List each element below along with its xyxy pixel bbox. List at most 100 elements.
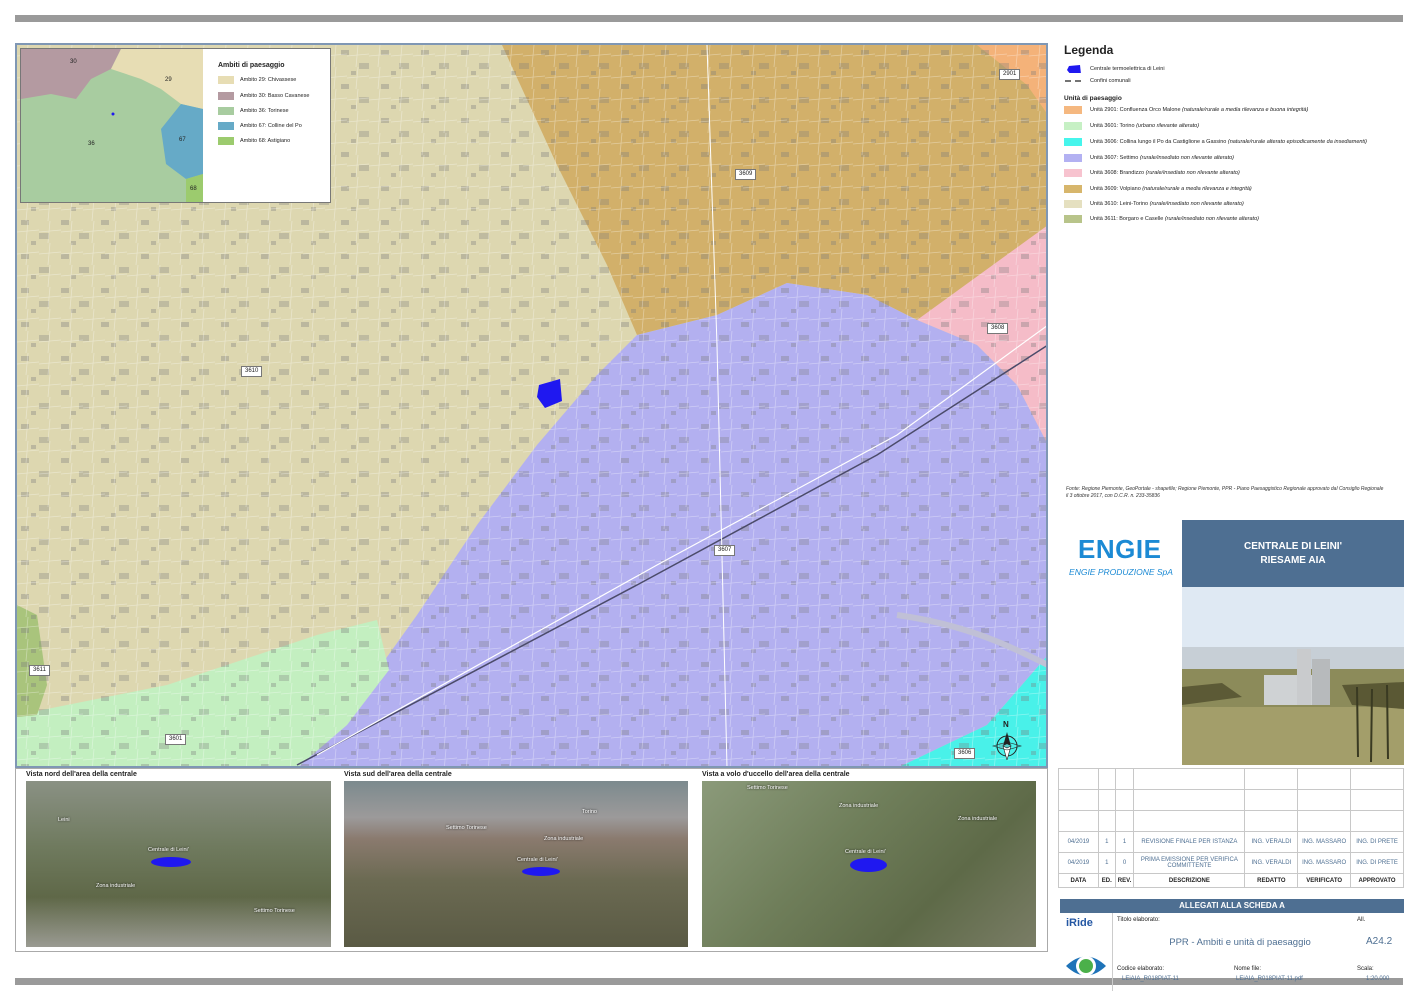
unit-label-3607: 3607 [714, 545, 736, 556]
inset-legend-label: Ambito 36: Torinese [240, 108, 289, 114]
legend-unit-row: Unità 3611: Borgaro e Caselle (rurale/in… [1064, 213, 1259, 224]
rev-descrizione: PRIMA EMISSIONE PER VERIFICA COMMITTENTE [1133, 852, 1246, 874]
inset-legend-row: Ambito 30: Basso Cavanese [218, 91, 309, 101]
north-arrow-icon: N [991, 720, 1023, 762]
project-title-box: CENTRALE DI LEINI' RIESAME AIA [1182, 520, 1404, 587]
allegato-number: A24.2 [1366, 936, 1393, 947]
scala-value: 1:20.000 [1366, 976, 1390, 982]
rev-redatto: ING. VERALDI [1244, 852, 1299, 874]
unit-label-3611: 3611 [29, 665, 50, 676]
rev-approvato: ING. DI PRETE [1350, 831, 1404, 853]
inset-legend-row: Ambito 29: Chivassese [218, 75, 296, 85]
file-label: Nome file: [1234, 966, 1262, 972]
legend-unit-note: (rurale/insediato non rilevante alterato… [1139, 154, 1235, 161]
rev-rev: 1 [1114, 831, 1135, 853]
top-border-bar [15, 15, 1403, 22]
unit-3601-swatch [1064, 121, 1082, 130]
view-label: Torino [582, 809, 597, 815]
plant-location-marker [850, 858, 887, 872]
legend-unit-note: (naturale/rurale a media rilevanza e int… [1142, 185, 1252, 192]
allegati-header: ALLEGATI ALLA SCHEDA A [1060, 899, 1404, 913]
inset-title: Ambiti di paesaggio [218, 62, 285, 69]
plant-location-marker [151, 857, 191, 867]
aerial-views-strip: Vista nord dell'area della centrale Vist… [15, 768, 1048, 952]
legend-unit-label: Unità 3601: Torino [1090, 122, 1135, 129]
rev-approvato: ING. DI PRETE [1350, 852, 1404, 874]
inset-number-30: 30 [70, 59, 77, 65]
table-row [1058, 789, 1404, 811]
table-row: 04/2019 1 0 PRIMA EMISSIONE PER VERIFICA… [1058, 852, 1404, 874]
inset-number-68: 68 [190, 186, 197, 192]
main-map[interactable]: 3610 3609 3607 3608 3601 3611 3606 2901 … [15, 43, 1048, 768]
legend-unit-row: Unità 3606: Collina lungo il Po da Casti… [1064, 136, 1367, 147]
col-header: DATA [1058, 873, 1099, 888]
codice-label: Codice elaborato: [1117, 966, 1165, 972]
inset-number-29: 29 [165, 77, 172, 83]
legend-unit-note: (naturale/rurale a media rilevanza e buo… [1182, 106, 1309, 113]
view-label: Zona industriale [544, 836, 584, 842]
unit-label-3610: 3610 [241, 366, 263, 377]
view-label: Centrale di Leini' [517, 857, 558, 863]
ambito-29-swatch [218, 76, 234, 84]
view-label: Zona industriale [958, 816, 998, 822]
view-label: Settimo Torinese [446, 825, 487, 831]
view-label: Settimo Torinese [747, 785, 788, 791]
legend-units-title: Unità di paesaggio [1064, 95, 1122, 102]
view-title-south: Vista sud dell'area della centrale [344, 771, 452, 778]
data-source-note: Fonte: Regione Piemonte, GeoPortale - sh… [1066, 486, 1384, 499]
aerial-view-image: Settimo Torinese Zona industriale Zona i… [702, 781, 1036, 947]
legend-unit-note: (naturale/rurale alterato episodicamente… [1227, 138, 1368, 145]
col-header: VERIFICATO [1297, 873, 1352, 888]
legend-unit-note: (rurale/insediato non rilevante alterato… [1164, 215, 1259, 222]
boundary-line-icon [1065, 79, 1081, 82]
company-name: ENGIE PRODUZIONE SpA [1069, 567, 1173, 577]
plant-location-marker [522, 867, 560, 876]
unit-3610-swatch [1064, 199, 1082, 208]
iride-logo: iRide [1066, 917, 1093, 929]
unit-3607-swatch [1064, 153, 1082, 162]
col-header: REV. [1114, 873, 1135, 888]
legend-unit-label: Unità 3606: Collina lungo il Po da Casti… [1090, 138, 1227, 145]
legend-unit-label: Unità 3611: Borgaro e Caselle [1090, 215, 1164, 222]
ambito-30-swatch [218, 92, 234, 100]
legend-unit-label: Unità 2901: Confluenza Orco Malone [1090, 106, 1181, 113]
codice-value: LEiAIA_R018PIAT-11 [1122, 976, 1179, 982]
unit-3609-swatch [1064, 184, 1082, 193]
legend-confini-row: Confini comunali [1064, 75, 1131, 86]
unit-label-3608: 3608 [987, 323, 1009, 334]
unit-label-2901: 2901 [999, 69, 1021, 80]
legend-unit-note: (rurale/insediato non rilevante alterato… [1145, 169, 1240, 176]
rev-verificato: ING. MASSARO [1297, 831, 1352, 853]
inset-legend-label: Ambito 68: Astigiano [240, 138, 291, 144]
bottom-border-bar [15, 978, 1403, 985]
view-label: Zona industriale [96, 883, 136, 889]
view-label: Leini [58, 817, 70, 823]
inset-legend-label: Ambito 67: Colline del Po [240, 123, 302, 129]
iride-logo-block: iRide [1060, 913, 1113, 991]
inset-legend-label: Ambito 30: Basso Cavanese [240, 93, 310, 99]
view-label: Centrale di Leini' [845, 849, 886, 855]
legend-unit-label: Unità 3609: Volpiano [1090, 185, 1141, 192]
legend-unit-note: (rurale/insediato non rilevante alterato… [1149, 200, 1244, 207]
legend-unit-row: Unità 3610: Leini-Torino (rurale/insedia… [1064, 198, 1244, 209]
ambito-36-swatch [218, 107, 234, 115]
view-label: Zona industriale [839, 803, 879, 809]
legend-unit-row: Unità 3607: Settimo (rurale/insediato no… [1064, 152, 1234, 163]
legend-unit-row: Unità 3609: Volpiano (naturale/rurale a … [1064, 183, 1252, 194]
inset-legend-label: Ambito 29: Chivassese [240, 77, 297, 83]
view-label: Settimo Torinese [254, 908, 295, 914]
unit-label-3609: 3609 [735, 169, 757, 180]
legend-centrale-label: Centrale termoelettrica di Leini [1090, 65, 1165, 72]
table-row [1058, 768, 1404, 790]
project-title-line1: CENTRALE DI LEINI' [1244, 541, 1342, 552]
rev-ed: 1 [1097, 852, 1116, 874]
unit-3606-swatch [1064, 137, 1082, 146]
engie-logo-block: ENGIE ENGIE PRODUZIONE SpA [1058, 520, 1182, 585]
plant-photo [1182, 587, 1404, 765]
legend-unit-row: Unità 3608: Brandizzo (rurale/insediato … [1064, 167, 1240, 178]
inset-legend-row: Ambito 36: Torinese [218, 106, 289, 116]
legend-unit-label: Unità 3607: Settimo [1090, 154, 1139, 161]
unit-3608-swatch [1064, 168, 1082, 177]
rev-rev: 0 [1114, 852, 1135, 874]
inset-number-67: 67 [179, 137, 186, 143]
